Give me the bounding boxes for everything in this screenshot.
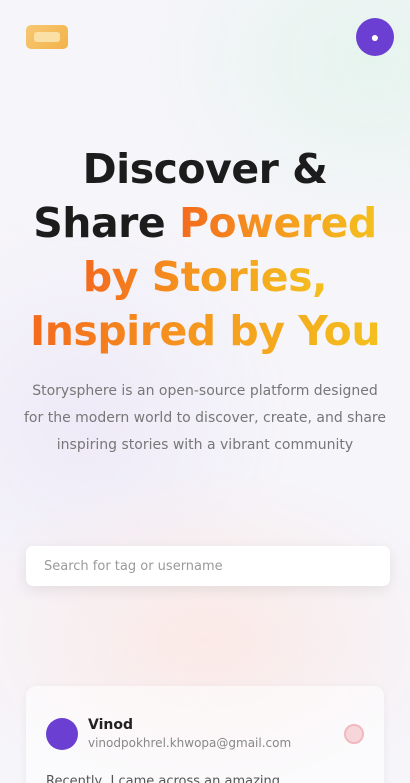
hero-line-3: by Stories, xyxy=(82,253,328,301)
card-header: Vinod vinodpokhrel.khwopa@gmail.com xyxy=(46,716,364,752)
profile-avatar-button[interactable]: ● xyxy=(356,18,394,56)
hero-line-2-dark: Share xyxy=(33,199,179,247)
card-username[interactable]: Vinod xyxy=(88,716,344,734)
hero-line-4: Inspired by You xyxy=(29,307,381,355)
top-nav: ● xyxy=(26,16,394,58)
card-body: Recently, I came across an amazing... xyxy=(46,774,293,783)
card-meta: Vinod vinodpokhrel.khwopa@gmail.com xyxy=(88,716,344,752)
card-email: vinodpokhrel.khwopa@gmail.com xyxy=(88,736,292,750)
hero-description: Storysphere is an open-source platform d… xyxy=(24,383,386,453)
hero-heading: Discover & Share Powered by Stories, Ins… xyxy=(0,142,410,358)
app-logo-icon[interactable] xyxy=(26,25,68,49)
profile-avatar-icon: ● xyxy=(370,29,380,45)
search-bar xyxy=(26,546,390,586)
search-input[interactable] xyxy=(44,558,372,574)
hero-line-2-accent: Powered xyxy=(178,199,377,247)
prompt-card[interactable]: Vinod vinodpokhrel.khwopa@gmail.com Rece… xyxy=(26,686,384,783)
copy-icon[interactable] xyxy=(344,724,364,744)
logo-glyph xyxy=(34,32,60,42)
hero-line-1: Discover & xyxy=(82,145,328,193)
user-avatar[interactable] xyxy=(46,718,78,750)
